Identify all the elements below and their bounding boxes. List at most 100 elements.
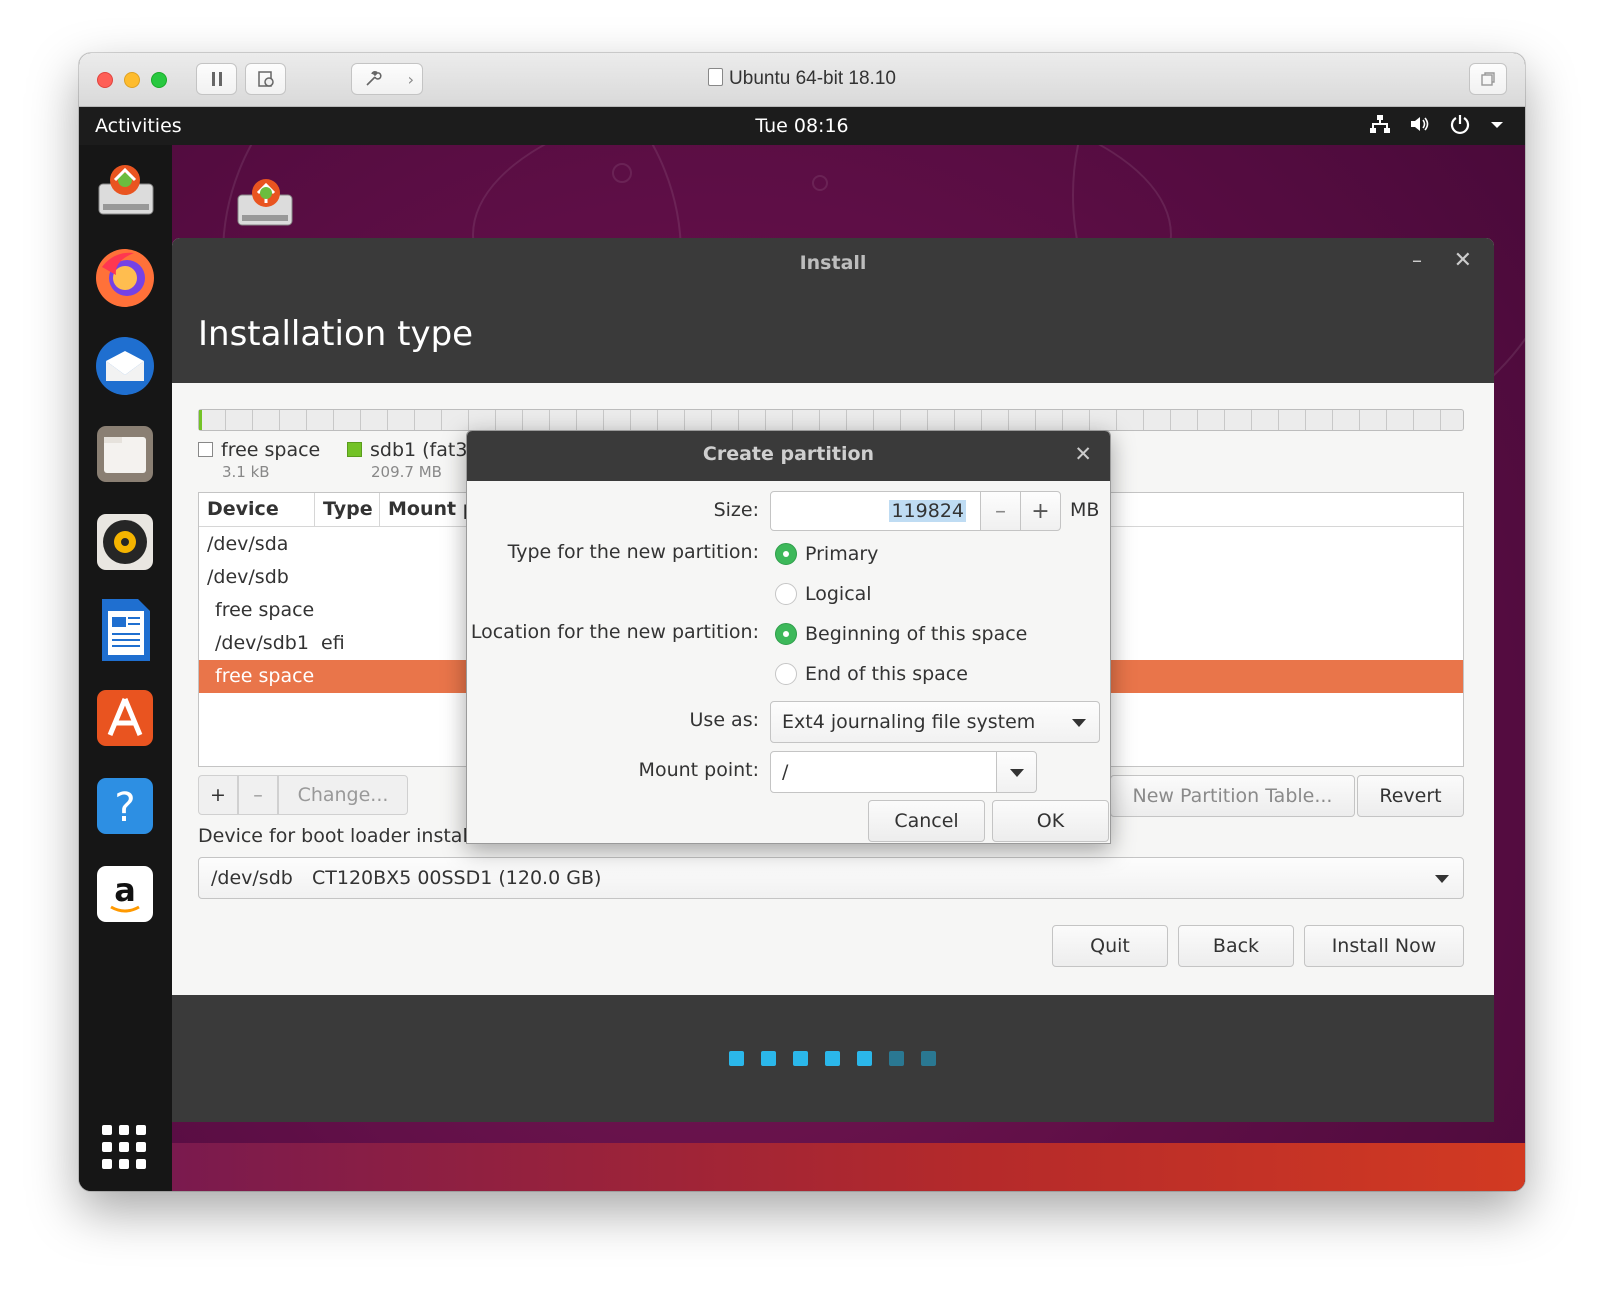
- network-icon: [1370, 115, 1390, 133]
- create-partition-dialog: Create partition ✕ Size: 119824 – + MB T…: [466, 430, 1111, 844]
- legend-label: free space: [221, 439, 321, 461]
- cancel-button[interactable]: Cancel: [868, 800, 985, 842]
- radio-selected-icon: [775, 623, 797, 645]
- libreoffice-writer-icon: [102, 599, 150, 661]
- thunderbird-icon: [96, 337, 154, 395]
- revert-button[interactable]: Revert: [1357, 775, 1464, 817]
- chevron-down-icon: [1010, 769, 1024, 777]
- legend-free-space: free space 3.1 kB: [198, 439, 320, 481]
- size-label: Size:: [713, 499, 759, 521]
- legend-size: 3.1 kB: [222, 463, 270, 481]
- use-as-label: Use as:: [689, 709, 759, 731]
- help-glyph: ?: [114, 785, 135, 831]
- install-now-button[interactable]: Install Now: [1304, 925, 1464, 967]
- dock-writer[interactable]: [92, 597, 158, 663]
- dock-files[interactable]: [92, 421, 158, 487]
- desktop-bottom-strip: [172, 1143, 1525, 1191]
- radio-empty-icon: [775, 583, 797, 605]
- files-icon: [97, 426, 153, 482]
- size-decrement-button[interactable]: –: [980, 491, 1021, 531]
- add-partition-button[interactable]: +: [198, 775, 238, 815]
- dialog-header: Create partition ✕: [467, 431, 1110, 481]
- use-as-select[interactable]: Ext4 journaling file system: [770, 701, 1100, 743]
- clock[interactable]: Tue 08:16: [79, 115, 1525, 137]
- size-value: 119824: [889, 500, 966, 522]
- progress-step-done: [857, 1051, 872, 1066]
- volume-icon: [1411, 117, 1429, 131]
- progress-step-done: [825, 1051, 840, 1066]
- show-applications-button[interactable]: [102, 1125, 146, 1169]
- change-partition-button[interactable]: Change...: [278, 775, 408, 815]
- close-icon[interactable]: ✕: [1074, 442, 1092, 466]
- device-cell: free space: [215, 665, 315, 687]
- dock: ? a: [79, 145, 172, 1191]
- dock-rhythmbox[interactable]: [92, 509, 158, 575]
- ok-button[interactable]: OK: [992, 800, 1109, 842]
- mount-point-input[interactable]: /: [770, 751, 997, 793]
- partition-type-label: Type for the new partition:: [507, 541, 759, 563]
- vm-title-text: Ubuntu 64-bit 18.10: [729, 68, 896, 89]
- chevron-down-icon: [1435, 875, 1449, 883]
- vm-window: › Ubuntu 64-bit 18.10 Activities Tue 08:…: [79, 53, 1525, 1191]
- partition-bar: [198, 409, 1464, 431]
- chevron-down-icon: [1491, 122, 1503, 128]
- install-header: Install – ✕ Installation type: [172, 238, 1494, 383]
- size-unit: MB: [1070, 499, 1100, 521]
- progress-indicator: [729, 1051, 936, 1066]
- size-input[interactable]: 119824: [770, 491, 981, 531]
- dock-firefox[interactable]: [92, 245, 158, 311]
- mount-point-dropdown-button[interactable]: [996, 751, 1037, 793]
- install-footer: [172, 995, 1494, 1122]
- dock-thunderbird[interactable]: [92, 333, 158, 399]
- power-icon: [1450, 115, 1470, 135]
- rhythmbox-icon: [97, 514, 153, 570]
- vm-title: Ubuntu 64-bit 18.10: [79, 68, 1525, 90]
- radio-end[interactable]: End of this space: [775, 663, 968, 685]
- radio-selected-icon: [775, 543, 797, 565]
- mount-point-value: /: [782, 761, 789, 783]
- dock-software[interactable]: [92, 685, 158, 751]
- fullscreen-icon: [1481, 72, 1495, 86]
- dialog-title: Create partition: [702, 443, 875, 465]
- gnome-top-bar: Activities Tue 08:16: [79, 107, 1525, 145]
- radio-beginning[interactable]: Beginning of this space: [775, 623, 1027, 645]
- firefox-icon: [96, 249, 154, 307]
- boot-loader-select[interactable]: /dev/sdb CT120BX5 00SSD1 (120.0 GB): [198, 857, 1464, 899]
- radio-logical[interactable]: Logical: [775, 583, 872, 605]
- help-icon: ?: [97, 778, 153, 834]
- progress-step-done: [729, 1051, 744, 1066]
- radio-empty-icon: [775, 663, 797, 685]
- new-partition-table-button[interactable]: New Partition Table...: [1110, 775, 1355, 817]
- boot-device: /dev/sdb: [211, 867, 293, 889]
- fullscreen-button[interactable]: [1469, 63, 1507, 95]
- close-icon[interactable]: ✕: [1454, 248, 1472, 273]
- free-space-swatch: [198, 442, 213, 457]
- chevron-down-icon: [1072, 719, 1086, 727]
- dock-installer[interactable]: [92, 157, 158, 223]
- progress-step-pending: [921, 1051, 936, 1066]
- install-window-title: Install: [799, 252, 867, 274]
- boot-device-model: CT120BX5 00SSD1 (120.0 GB): [312, 867, 602, 889]
- column-type[interactable]: Type: [315, 493, 380, 526]
- progress-step-done: [793, 1051, 808, 1066]
- remove-partition-button[interactable]: –: [238, 775, 278, 815]
- dock-help[interactable]: ?: [92, 773, 158, 839]
- quit-button[interactable]: Quit: [1052, 925, 1168, 967]
- boot-loader-label: Device for boot loader instal: [198, 825, 468, 847]
- amazon-glyph: a: [114, 871, 136, 909]
- legend-label: sdb1 (fat3: [370, 439, 468, 461]
- system-tray[interactable]: [1369, 113, 1505, 135]
- minimize-icon[interactable]: –: [1412, 248, 1422, 272]
- vm-titlebar: › Ubuntu 64-bit 18.10: [79, 53, 1525, 107]
- desktop-installer-icon[interactable]: [232, 173, 296, 231]
- installer-icon: [237, 179, 293, 226]
- radio-label: Beginning of this space: [805, 623, 1028, 645]
- radio-primary[interactable]: Primary: [775, 543, 878, 565]
- radio-label: End of this space: [805, 663, 968, 685]
- back-button[interactable]: Back: [1178, 925, 1294, 967]
- column-device[interactable]: Device: [199, 493, 315, 526]
- sdb1-swatch: [347, 442, 362, 457]
- installer-icon: [98, 165, 154, 215]
- size-increment-button[interactable]: +: [1020, 491, 1061, 531]
- dock-amazon[interactable]: a: [92, 861, 158, 927]
